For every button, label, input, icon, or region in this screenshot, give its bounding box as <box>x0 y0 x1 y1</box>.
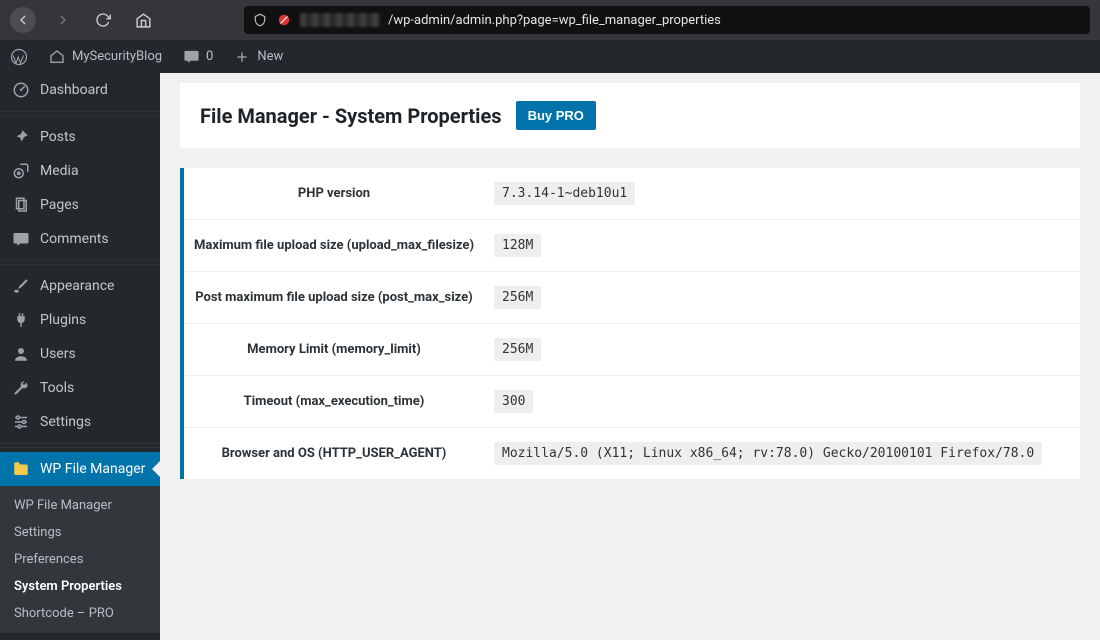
submenu-shortcode-pro[interactable]: Shortcode – PRO <box>0 600 160 627</box>
dashboard-icon <box>12 81 30 99</box>
new-content-link[interactable]: New <box>223 40 293 73</box>
menu-pages[interactable]: Pages <box>0 188 160 222</box>
browser-reload-button[interactable] <box>90 7 116 33</box>
menu-appearance[interactable]: Appearance <box>0 269 160 303</box>
prop-label: Post maximum file upload size (post_max_… <box>184 272 484 324</box>
tracking-blocked-icon <box>276 12 292 28</box>
site-name-label: MySecurityBlog <box>72 49 162 64</box>
browser-back-button[interactable] <box>10 7 36 33</box>
comment-icon <box>182 48 200 66</box>
table-row: Maximum file upload size (upload_max_fil… <box>184 220 1080 272</box>
menu-label: Plugins <box>40 312 86 328</box>
prop-label: Memory Limit (memory_limit) <box>184 324 484 376</box>
browser-home-button[interactable] <box>130 7 156 33</box>
plus-icon <box>233 48 251 66</box>
prop-value: Mozilla/5.0 (X11; Linux x86_64; rv:78.0)… <box>494 442 1042 465</box>
wp-logo-button[interactable] <box>0 40 38 73</box>
home-icon <box>48 48 66 66</box>
prop-label: Browser and OS (HTTP_USER_AGENT) <box>184 428 484 480</box>
system-properties-panel: PHP version 7.3.14-1~deb10u1 Maximum fil… <box>180 168 1080 479</box>
admin-sidebar: Dashboard Posts Media Pages Commen <box>0 73 160 640</box>
address-bar[interactable]: /wp-admin/admin.php?page=wp_file_manager… <box>244 6 1090 34</box>
properties-table: PHP version 7.3.14-1~deb10u1 Maximum fil… <box>184 168 1080 479</box>
menu-settings[interactable]: Settings <box>0 405 160 439</box>
content-area: File Manager - System Properties Buy PRO… <box>160 73 1100 640</box>
menu-label: Dashboard <box>40 82 108 98</box>
table-row: Post maximum file upload size (post_max_… <box>184 272 1080 324</box>
menu-tools[interactable]: Tools <box>0 371 160 405</box>
media-icon <box>12 162 30 180</box>
wp-admin-bar: MySecurityBlog 0 New <box>0 40 1100 73</box>
prop-value: 300 <box>494 390 533 413</box>
menu-comments[interactable]: Comments <box>0 222 160 256</box>
comment-icon <box>12 230 30 248</box>
pages-icon <box>12 196 30 214</box>
comments-count: 0 <box>206 49 213 64</box>
wordpress-icon <box>10 48 28 66</box>
user-icon <box>12 345 30 363</box>
prop-label: Maximum file upload size (upload_max_fil… <box>184 220 484 272</box>
address-path: /wp-admin/admin.php?page=wp_file_manager… <box>388 13 721 28</box>
plug-icon <box>12 311 30 329</box>
shield-icon <box>252 12 268 28</box>
prop-value: 256M <box>494 286 541 309</box>
pin-icon <box>12 128 30 146</box>
menu-label: WP File Manager <box>40 461 145 477</box>
address-host-redacted <box>300 13 380 27</box>
menu-label: Users <box>40 346 76 362</box>
prop-value: 7.3.14-1~deb10u1 <box>494 182 635 205</box>
comments-link[interactable]: 0 <box>172 40 223 73</box>
menu-wp-file-manager[interactable]: WP File Manager <box>0 452 160 486</box>
table-row: Memory Limit (memory_limit) 256M <box>184 324 1080 376</box>
browser-chrome: /wp-admin/admin.php?page=wp_file_manager… <box>0 0 1100 40</box>
page-header: File Manager - System Properties Buy PRO <box>180 83 1080 148</box>
submenu-system-properties[interactable]: System Properties <box>0 573 160 600</box>
menu-separator <box>0 111 160 116</box>
new-label: New <box>257 49 283 64</box>
table-row: PHP version 7.3.14-1~deb10u1 <box>184 168 1080 220</box>
prop-value: 256M <box>494 338 541 361</box>
menu-label: Tools <box>40 380 74 396</box>
browser-forward-button[interactable] <box>50 7 76 33</box>
table-row: Timeout (max_execution_time) 300 <box>184 376 1080 428</box>
menu-separator <box>0 260 160 265</box>
sliders-icon <box>12 413 30 431</box>
menu-dashboard[interactable]: Dashboard <box>0 73 160 107</box>
brush-icon <box>12 277 30 295</box>
menu-label: Comments <box>40 231 109 247</box>
menu-label: Media <box>40 163 79 179</box>
submenu-preferences[interactable]: Preferences <box>0 546 160 573</box>
wrench-icon <box>12 379 30 397</box>
page-title: File Manager - System Properties <box>200 104 502 128</box>
submenu-settings[interactable]: Settings <box>0 519 160 546</box>
menu-posts[interactable]: Posts <box>0 120 160 154</box>
table-row: Browser and OS (HTTP_USER_AGENT) Mozilla… <box>184 428 1080 480</box>
menu-label: Posts <box>40 129 76 145</box>
menu-label: Appearance <box>40 278 114 294</box>
folder-icon <box>12 460 30 478</box>
prop-label: Timeout (max_execution_time) <box>184 376 484 428</box>
buy-pro-button[interactable]: Buy PRO <box>516 101 596 130</box>
menu-label: Settings <box>40 414 91 430</box>
site-name-link[interactable]: MySecurityBlog <box>38 40 172 73</box>
prop-label: PHP version <box>184 168 484 220</box>
menu-plugins[interactable]: Plugins <box>0 303 160 337</box>
submenu-wp-file-manager: WP File Manager Settings Preferences Sys… <box>0 486 160 633</box>
submenu-wpfm[interactable]: WP File Manager <box>0 492 160 519</box>
menu-separator <box>0 443 160 448</box>
menu-label: Pages <box>40 197 79 213</box>
menu-users[interactable]: Users <box>0 337 160 371</box>
prop-value: 128M <box>494 234 541 257</box>
menu-media[interactable]: Media <box>0 154 160 188</box>
